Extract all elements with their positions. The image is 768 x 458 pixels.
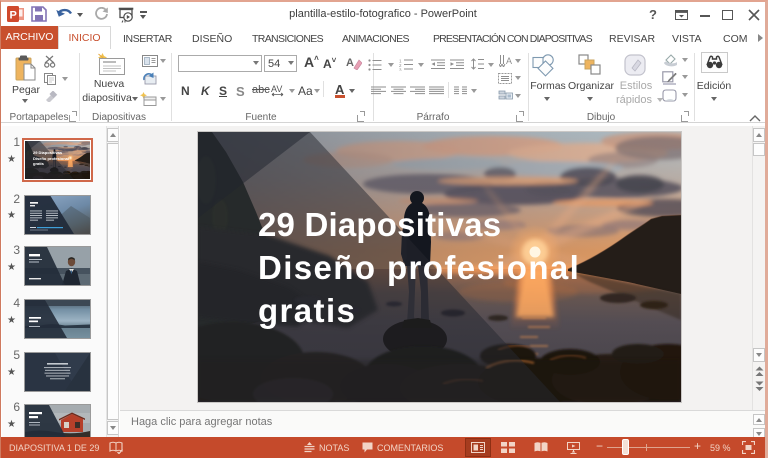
svg-text:A: A xyxy=(506,56,512,66)
svg-text:AV: AV xyxy=(271,84,282,94)
svg-text:3: 3 xyxy=(399,68,402,72)
svg-text:A: A xyxy=(346,57,354,69)
